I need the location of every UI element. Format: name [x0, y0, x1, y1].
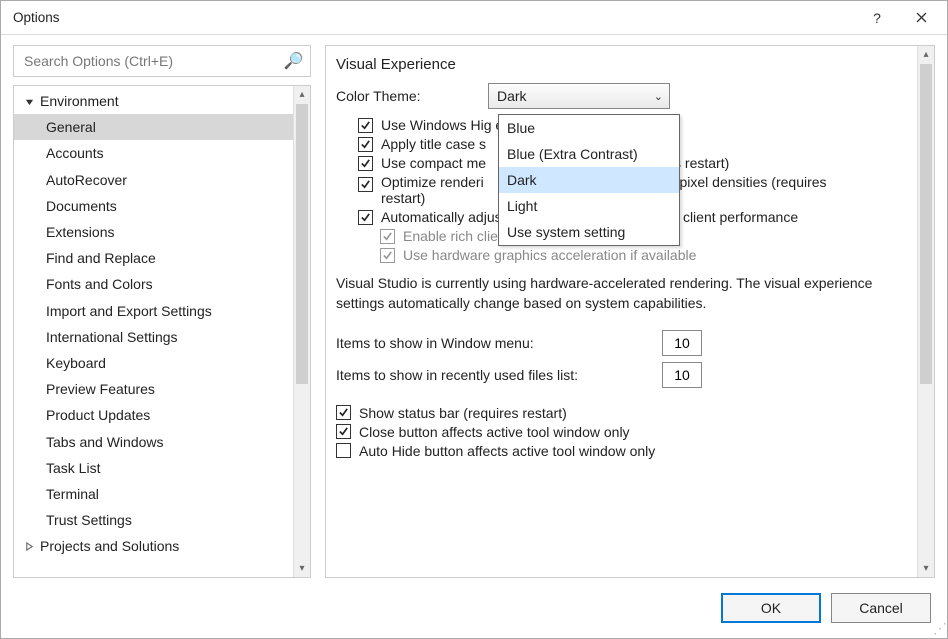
checkbox-label: Show status bar (requires restart) — [359, 405, 567, 421]
tree-label: Extensions — [46, 224, 114, 240]
dropdown-option-blue-extra[interactable]: Blue (Extra Contrast) — [499, 141, 679, 167]
checkbox-rich-client — [380, 229, 395, 244]
tree-item-product-updates[interactable]: Product Updates — [14, 402, 293, 428]
search-input[interactable] — [22, 52, 284, 70]
scroll-up-icon[interactable]: ▴ — [294, 86, 310, 103]
search-icon: 🔍 — [284, 51, 304, 71]
scroll-down-icon[interactable]: ▾ — [918, 560, 934, 577]
cancel-button[interactable]: Cancel — [831, 593, 931, 623]
checkbox-hw-accel — [380, 248, 395, 263]
color-theme-label: Color Theme: — [336, 88, 488, 104]
ok-button[interactable]: OK — [721, 593, 821, 623]
checkbox-optimize-rendering[interactable] — [358, 177, 373, 192]
tree-item-fonts-colors[interactable]: Fonts and Colors — [14, 271, 293, 297]
expand-icon — [22, 542, 36, 551]
tree-label: Projects and Solutions — [40, 538, 179, 554]
close-button[interactable] — [899, 3, 943, 33]
checkbox-status-bar[interactable] — [336, 405, 351, 420]
tree-label: General — [46, 119, 96, 135]
checkbox-compact-menu[interactable] — [358, 156, 373, 171]
tree-item-task-list[interactable]: Task List — [14, 455, 293, 481]
tree-label: Product Updates — [46, 407, 150, 423]
tree-item-preview-features[interactable]: Preview Features — [14, 376, 293, 402]
num-label: Items to show in Window menu: — [336, 335, 662, 351]
tree-item-international[interactable]: International Settings — [14, 324, 293, 350]
color-theme-value: Dark — [497, 88, 654, 104]
window-menu-items-row: Items to show in Window menu: — [336, 330, 904, 356]
checkbox-high-contrast[interactable] — [358, 118, 373, 133]
tree-scrollbar[interactable]: ▴ ▾ — [293, 86, 310, 577]
rendering-description: Visual Studio is currently using hardwar… — [336, 273, 904, 314]
tree-item-tabs-windows[interactable]: Tabs and Windows — [14, 428, 293, 454]
tree-item-accounts[interactable]: Accounts — [14, 140, 293, 166]
window-menu-items-input[interactable] — [662, 330, 702, 356]
chevron-down-icon: ⌄ — [654, 90, 663, 103]
tree-item-terminal[interactable]: Terminal — [14, 481, 293, 507]
dropdown-option-system[interactable]: Use system setting — [499, 219, 679, 245]
tree-label: Fonts and Colors — [46, 276, 153, 292]
tree-item-general[interactable]: General — [14, 114, 293, 140]
checkbox-row: Auto Hide button affects active tool win… — [336, 443, 904, 459]
color-theme-select[interactable]: Dark ⌄ — [488, 83, 670, 109]
tree-label: Environment — [40, 93, 119, 109]
tree-label: Terminal — [46, 486, 99, 502]
options-tree: Environment General Accounts AutoRecover… — [13, 85, 311, 578]
scroll-thumb[interactable] — [920, 64, 932, 384]
checkbox-label: Use hardware graphics acceleration if av… — [403, 247, 696, 263]
tree-label: International Settings — [46, 329, 178, 345]
scroll-up-icon[interactable]: ▴ — [918, 46, 934, 63]
checkbox-autohide-affects-active[interactable] — [336, 443, 351, 458]
checkbox-label: Apply title case s — [381, 136, 486, 152]
tree-item-find-replace[interactable]: Find and Replace — [14, 245, 293, 271]
resize-grip-icon[interactable]: ⋰ — [933, 624, 945, 636]
tree-label: AutoRecover — [46, 172, 127, 188]
tree-label: Tabs and Windows — [46, 434, 164, 450]
scroll-down-icon[interactable]: ▾ — [294, 560, 310, 577]
checkbox-row: Show status bar (requires restart) — [336, 405, 904, 421]
tree-item-keyboard[interactable]: Keyboard — [14, 350, 293, 376]
tree-item-extensions[interactable]: Extensions — [14, 219, 293, 245]
dropdown-option-dark[interactable]: Dark — [499, 167, 679, 193]
dropdown-option-blue[interactable]: Blue — [499, 115, 679, 141]
left-panel: 🔍 Environment General Accounts AutoRecov… — [13, 45, 311, 578]
checkbox-label: Auto Hide button affects active tool win… — [359, 443, 655, 459]
close-icon — [916, 12, 927, 23]
color-theme-dropdown[interactable]: Blue Blue (Extra Contrast) Dark Light Us… — [498, 114, 680, 246]
tree-label: Task List — [46, 460, 100, 476]
checkbox-auto-adjust[interactable] — [358, 210, 373, 225]
collapse-icon — [22, 97, 36, 106]
recent-files-items-input[interactable] — [662, 362, 702, 388]
window-title: Options — [13, 10, 855, 25]
num-label: Items to show in recently used files lis… — [336, 367, 662, 383]
tree-label: Trust Settings — [46, 512, 132, 528]
tree-item-autorecover[interactable]: AutoRecover — [14, 167, 293, 193]
checkbox-label: Close button affects active tool window … — [359, 424, 630, 440]
checkbox-title-case[interactable] — [358, 137, 373, 152]
tree-label: Find and Replace — [46, 250, 156, 266]
dropdown-option-light[interactable]: Light — [499, 193, 679, 219]
tree-item-environment[interactable]: Environment — [14, 88, 293, 114]
dialog-footer: OK Cancel — [1, 578, 947, 638]
titlebar: Options ? — [1, 1, 947, 35]
tree-item-documents[interactable]: Documents — [14, 193, 293, 219]
tree-label: Preview Features — [46, 381, 155, 397]
tree-item-trust-settings[interactable]: Trust Settings — [14, 507, 293, 533]
checkbox-row: Close button affects active tool window … — [336, 424, 904, 440]
search-box[interactable]: 🔍 — [13, 45, 311, 77]
pane-scrollbar[interactable]: ▴ ▾ — [917, 46, 934, 577]
tree-item-projects-solutions[interactable]: Projects and Solutions — [14, 533, 293, 559]
tree-item-import-export[interactable]: Import and Export Settings — [14, 298, 293, 324]
checkbox-close-affects-active[interactable] — [336, 424, 351, 439]
tree-label: Accounts — [46, 145, 104, 161]
scroll-thumb[interactable] — [296, 104, 308, 384]
recent-files-items-row: Items to show in recently used files lis… — [336, 362, 904, 388]
section-title: Visual Experience — [336, 56, 904, 73]
checkbox-row: Use hardware graphics acceleration if av… — [336, 247, 904, 263]
tree-label: Keyboard — [46, 355, 106, 371]
tree-label: Import and Export Settings — [46, 303, 212, 319]
tree-label: Documents — [46, 198, 117, 214]
help-button[interactable]: ? — [855, 3, 899, 33]
